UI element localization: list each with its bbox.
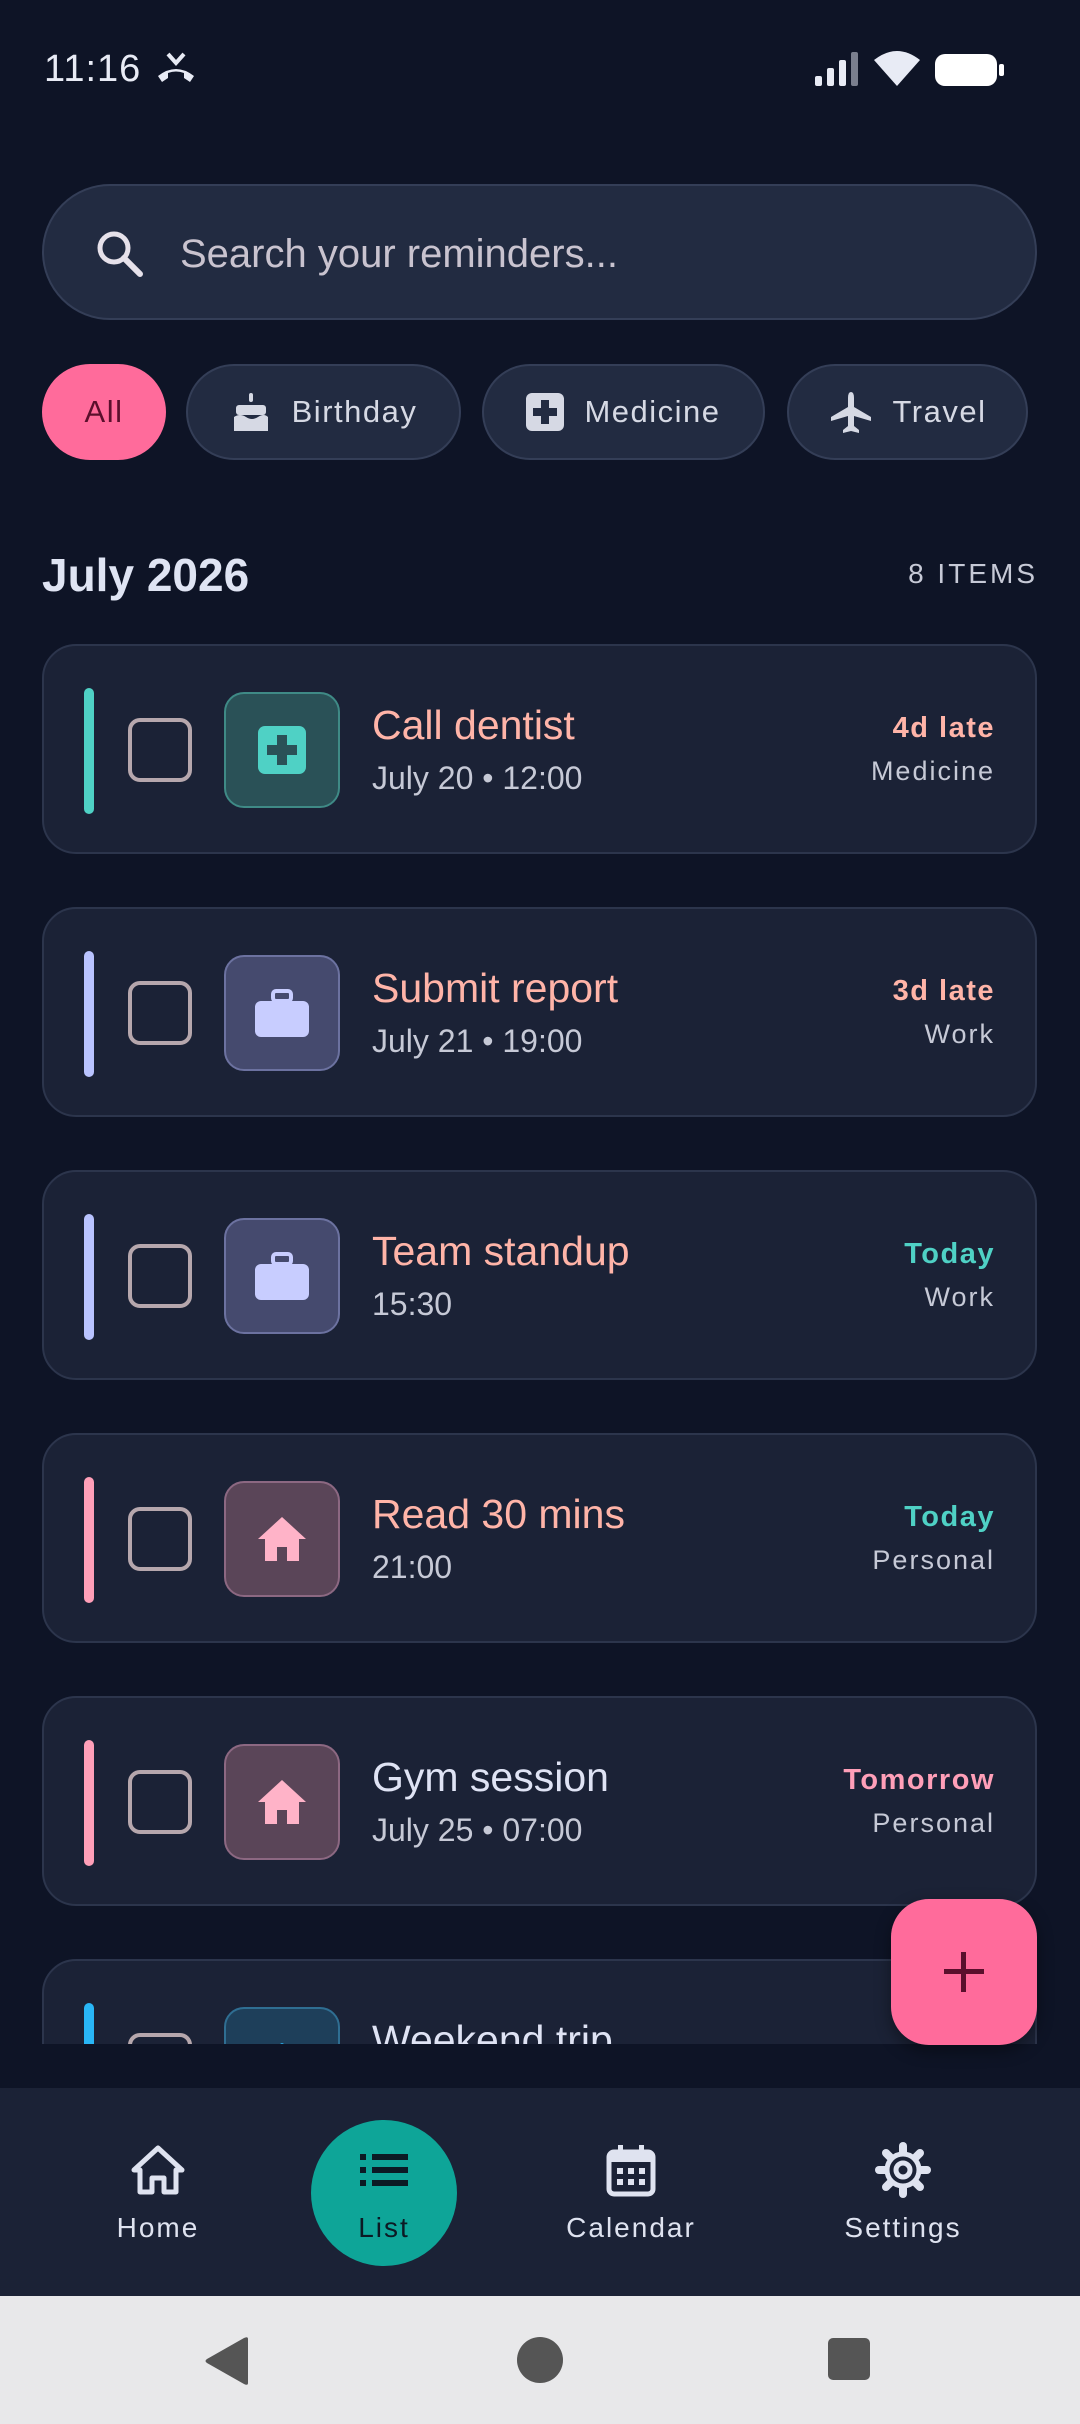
nav-label: Settings	[844, 2212, 962, 2243]
briefcase-icon	[255, 989, 309, 1037]
reminder-status: Today	[904, 1238, 995, 1270]
reminder-category: Medicine	[870, 756, 995, 786]
filter-chip-label: All	[84, 394, 124, 429]
category-accent-bar	[84, 951, 94, 1077]
reminder-datetime: July 25 • 07:00	[372, 1812, 583, 1848]
month-title: July 2026	[42, 549, 250, 601]
complete-checkbox[interactable]	[128, 718, 192, 782]
plus-icon	[944, 1952, 984, 1992]
complete-checkbox[interactable]	[128, 1770, 192, 1834]
nav-label: List	[358, 2212, 410, 2243]
category-accent-bar	[84, 688, 94, 814]
reminder-datetime: July 21 • 19:00	[372, 1023, 583, 1059]
reminder-title: Gym session	[372, 1754, 609, 1800]
reminder-category: Personal	[872, 1808, 995, 1838]
bottom-navigation: Home List Calendar Settings	[0, 2088, 1080, 2296]
missed-call-icon	[158, 52, 194, 82]
category-badge	[224, 692, 340, 808]
nav-label: Calendar	[566, 2212, 696, 2243]
gear-icon	[875, 2142, 931, 2198]
filter-chip-birthday[interactable]: Birthday	[186, 364, 461, 460]
category-accent-bar	[84, 1214, 94, 1340]
home-circle-icon[interactable]	[516, 2336, 564, 2384]
search-input[interactable]	[180, 222, 980, 286]
battery-icon	[935, 54, 1004, 86]
reminder-status: 3d late	[892, 975, 995, 1007]
reminder-category: Work	[924, 1282, 995, 1312]
complete-checkbox[interactable]	[128, 2033, 192, 2044]
airplane-icon	[280, 2043, 284, 2044]
category-accent-bar	[84, 2003, 94, 2044]
category-accent-bar	[84, 1740, 94, 1866]
nav-item-list[interactable]: List	[314, 2088, 454, 2296]
nav-item-settings[interactable]: Settings	[823, 2088, 983, 2296]
wifi-icon	[874, 51, 920, 86]
filter-chip-label: Birthday	[291, 394, 418, 429]
nav-item-home[interactable]: Home	[88, 2088, 228, 2296]
filter-chip-medicine[interactable]: Medicine	[482, 364, 765, 460]
category-badge	[224, 955, 340, 1071]
reminder-status: Tomorrow	[843, 1764, 995, 1796]
reminder-category: Personal	[872, 1545, 995, 1575]
calendar-icon	[606, 2145, 656, 2197]
reminder-card[interactable]: Call dentist July 20 • 12:00 4d late Med…	[42, 644, 1037, 854]
category-badge	[224, 1744, 340, 1860]
reminder-title: Read 30 mins	[372, 1491, 625, 1537]
reminder-title: Call dentist	[372, 702, 575, 748]
category-accent-bar	[84, 1477, 94, 1603]
reminder-card[interactable]: Gym session July 25 • 07:00 Tomorrow Per…	[42, 1696, 1037, 1906]
list-icon	[360, 2154, 408, 2186]
reminder-status: 4d late	[892, 712, 995, 744]
reminder-card[interactable]: Read 30 mins 21:00 Today Personal	[42, 1433, 1037, 1643]
recents-square-icon[interactable]	[828, 2338, 870, 2380]
filter-chip-label: Travel	[892, 394, 987, 429]
reminder-list[interactable]: Call dentist July 20 • 12:00 4d late Med…	[0, 640, 1080, 2044]
medical-cross-icon	[526, 393, 565, 431]
reminder-datetime: 21:00	[372, 1549, 453, 1585]
items-count: 8 ITEMS	[908, 558, 1038, 589]
cake-icon	[233, 393, 268, 431]
status-bar: 11:16	[0, 0, 1080, 140]
reminder-card[interactable]: Submit report July 21 • 19:00 3d late Wo…	[42, 907, 1037, 1117]
reminder-card[interactable]: Weekend trip	[42, 1959, 1037, 2044]
signal-icon	[815, 52, 858, 86]
briefcase-icon	[255, 1252, 309, 1300]
filter-chip-all[interactable]: All	[42, 364, 166, 460]
complete-checkbox[interactable]	[128, 1507, 192, 1571]
airplane-icon	[830, 392, 871, 433]
reminder-title: Submit report	[372, 965, 619, 1011]
category-badge	[224, 1218, 340, 1334]
nav-item-calendar[interactable]: Calendar	[551, 2088, 711, 2296]
reminder-datetime: 15:30	[372, 1286, 453, 1322]
nav-label: Home	[116, 2212, 200, 2243]
home-icon	[258, 1780, 306, 1824]
back-icon[interactable]	[204, 2336, 250, 2386]
home-icon	[258, 1517, 306, 1561]
reminder-card[interactable]: Team standup 15:30 Today Work	[42, 1170, 1037, 1380]
home-outline-icon	[131, 2145, 185, 2195]
reminder-category: Work	[924, 1019, 995, 1049]
add-reminder-button[interactable]	[891, 1899, 1037, 2045]
reminder-datetime: July 20 • 12:00	[372, 760, 583, 796]
complete-checkbox[interactable]	[128, 981, 192, 1045]
category-badge	[224, 2007, 340, 2044]
system-navigation-bar	[0, 2296, 1080, 2424]
category-badge	[224, 1481, 340, 1597]
complete-checkbox[interactable]	[128, 1244, 192, 1308]
search-icon	[97, 231, 143, 277]
reminder-status: Today	[904, 1501, 995, 1533]
filter-chip-label: Medicine	[584, 394, 721, 429]
filter-chip-travel[interactable]: Travel	[787, 364, 1028, 460]
status-time: 11:16	[44, 48, 142, 90]
search-bar[interactable]	[42, 184, 1037, 320]
medical-cross-icon	[258, 726, 306, 774]
reminder-title: Team standup	[372, 1228, 630, 1274]
reminder-title: Weekend trip	[372, 2017, 613, 2044]
